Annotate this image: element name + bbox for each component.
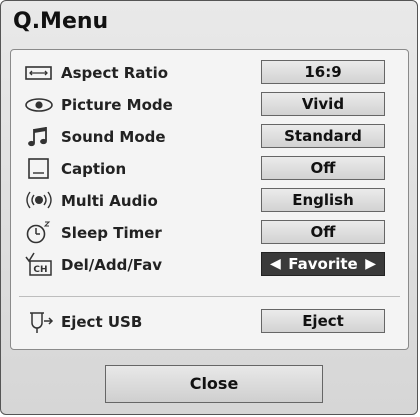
del-add-fav-label: Del/Add/Fav xyxy=(61,256,163,274)
sleep-timer-label: Sleep Timer xyxy=(61,224,162,242)
aspect-ratio-icon xyxy=(25,66,52,80)
menu-title: Q.Menu xyxy=(13,9,109,34)
options-panel: Aspect Ratio 16:9 Picture Mode Vivid Sou… xyxy=(10,49,409,350)
option-multi-audio[interactable]: Multi Audio English xyxy=(11,186,408,216)
caption-icon xyxy=(28,158,49,179)
sleep-timer-value[interactable]: Off xyxy=(261,220,385,244)
right-arrow-icon[interactable]: ▶ xyxy=(365,253,376,275)
q-menu-dialog: Q.Menu Aspect Ratio 16:9 Picture Mode Vi… xyxy=(0,0,418,415)
del-add-fav-value: Favorite xyxy=(288,255,358,273)
caption-value[interactable]: Off xyxy=(261,156,385,180)
sound-mode-value[interactable]: Standard xyxy=(261,124,385,148)
multi-audio-label: Multi Audio xyxy=(61,192,158,210)
eject-button[interactable]: Eject xyxy=(261,309,385,333)
eject-usb-icon xyxy=(30,312,54,333)
channel-icon: CH xyxy=(25,252,52,276)
left-arrow-icon[interactable]: ◀ xyxy=(270,253,281,275)
option-del-add-fav[interactable]: CH Del/Add/Fav ◀ Favorite ▶ xyxy=(11,250,408,280)
eject-usb-label: Eject USB xyxy=(61,313,143,331)
close-button[interactable]: Close xyxy=(105,365,323,403)
del-add-fav-selector[interactable]: ◀ Favorite ▶ xyxy=(261,252,385,276)
caption-label: Caption xyxy=(61,160,127,178)
option-eject-usb[interactable]: Eject USB Eject xyxy=(11,307,408,337)
aspect-ratio-label: Aspect Ratio xyxy=(61,64,169,82)
music-note-icon xyxy=(28,127,47,147)
option-sound-mode[interactable]: Sound Mode Standard xyxy=(11,122,408,152)
aspect-ratio-value[interactable]: 16:9 xyxy=(261,60,385,84)
svg-text:CH: CH xyxy=(33,265,47,275)
option-caption[interactable]: Caption Off xyxy=(11,154,408,184)
eye-icon xyxy=(25,98,53,112)
picture-mode-value[interactable]: Vivid xyxy=(261,92,385,116)
option-picture-mode[interactable]: Picture Mode Vivid xyxy=(11,90,408,120)
option-aspect-ratio[interactable]: Aspect Ratio 16:9 xyxy=(11,58,408,88)
sleep-timer-icon xyxy=(26,221,51,244)
option-sleep-timer[interactable]: Sleep Timer Off xyxy=(11,218,408,248)
multi-audio-value[interactable]: English xyxy=(261,188,385,212)
multi-audio-icon xyxy=(26,191,52,209)
picture-mode-label: Picture Mode xyxy=(61,96,173,114)
sound-mode-label: Sound Mode xyxy=(61,128,166,146)
divider xyxy=(19,296,400,297)
